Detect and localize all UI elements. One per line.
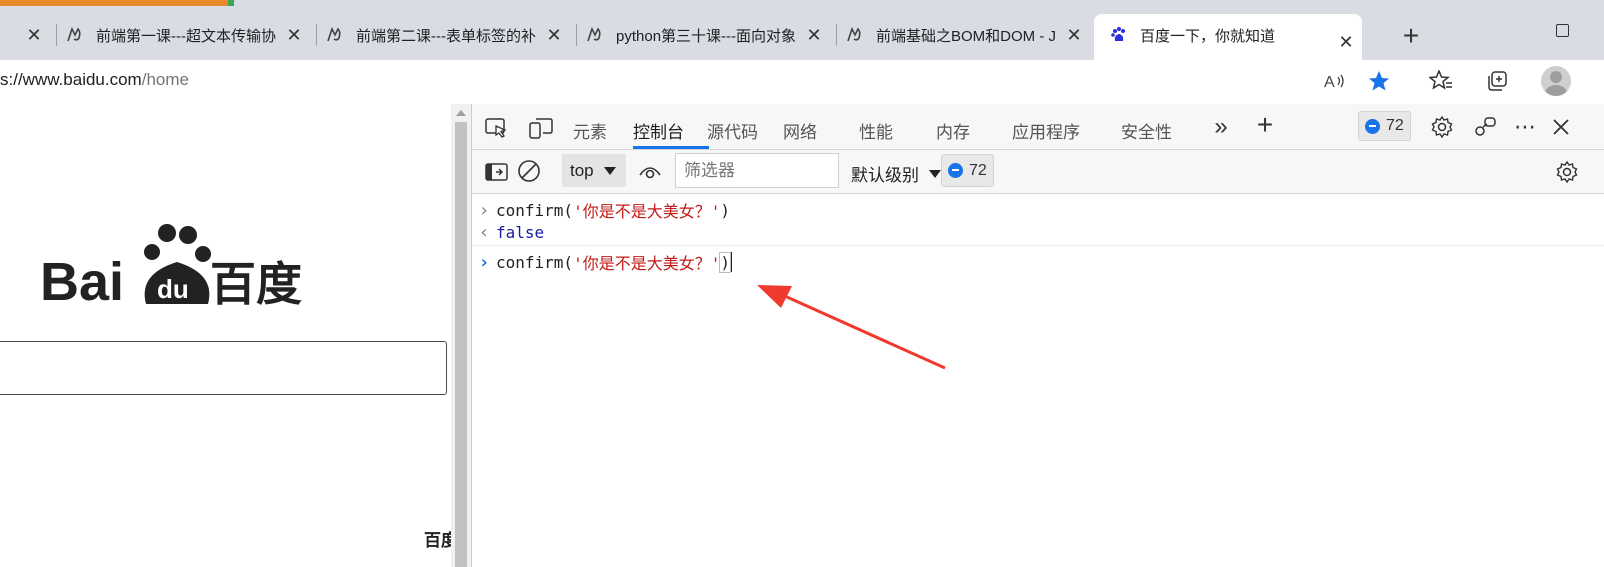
maximize-window-icon[interactable] — [1556, 24, 1569, 37]
new-tab-button[interactable]: + — [1396, 22, 1426, 52]
feedback-icon[interactable] — [1472, 114, 1498, 140]
tab-title: python第三十课---面向对象 — [616, 27, 796, 45]
tab-bom-dom[interactable]: 前端基础之BOM和DOM - Ja ✕ — [846, 14, 1090, 56]
search-input[interactable] — [0, 341, 447, 395]
baidu-logo: Bai du 百度 — [40, 222, 310, 316]
cnblogs-icon — [326, 26, 344, 44]
tab-application[interactable]: 应用程序 — [1012, 118, 1080, 143]
result-value: false — [496, 223, 545, 242]
collections-icon[interactable] — [1484, 68, 1510, 94]
device-emulation-icon[interactable] — [528, 116, 554, 140]
settings-gear-icon[interactable] — [1429, 114, 1455, 140]
code-fn: confirm( — [496, 200, 574, 220]
tab-title: 前端第一课---超文本传输协 — [96, 27, 276, 45]
scroll-up-arrow-icon[interactable] — [456, 110, 466, 116]
svg-text:A: A — [1324, 74, 1335, 91]
window-accent-strip — [0, 0, 228, 6]
tab-close-button[interactable]: ✕ — [1064, 25, 1084, 45]
tab-close-button[interactable]: ✕ — [24, 25, 44, 45]
url-field[interactable]: s://www.baidu.com/home — [0, 70, 189, 90]
console-result-line: ‹ false — [472, 220, 1604, 246]
log-level-value: 默认级别 — [851, 166, 919, 185]
tab-separator — [316, 24, 317, 46]
issues-badge[interactable]: 72 — [1358, 111, 1411, 141]
tab-separator — [836, 24, 837, 46]
devtools-main-toolbar: 元素 控制台 源代码 网络 性能 内存 应用程序 安全性 » + 72 ⋯ — [472, 104, 1604, 150]
clear-console-icon[interactable] — [516, 158, 542, 184]
tab-memory[interactable]: 内存 — [936, 118, 970, 143]
window-accent-strip-green — [228, 0, 234, 6]
tab-title: 前端基础之BOM和DOM - Ja — [876, 27, 1056, 45]
tab-frontend-lesson-1[interactable]: 前端第一课---超文本传输协 ✕ — [66, 14, 310, 56]
console-output[interactable]: › confirm('你是不是大美女？') ‹ false › confirm(… — [472, 194, 1604, 567]
baidu-paw-icon — [1110, 26, 1128, 44]
tab-sources[interactable]: 源代码 — [707, 118, 758, 143]
console-filter-input[interactable] — [675, 153, 839, 188]
cnblogs-icon — [66, 26, 84, 44]
profile-avatar-icon[interactable] — [1541, 66, 1571, 96]
close-devtools-icon[interactable] — [1548, 114, 1574, 140]
address-bar: s://www.baidu.com/home A — [0, 60, 1604, 102]
chevron-down-icon — [929, 169, 941, 178]
active-tab-indicator — [633, 146, 709, 149]
code-string: '你是不是大美女？' — [573, 202, 721, 221]
logo-text-du: du — [157, 274, 189, 304]
logo-text-bai: Bai — [40, 252, 124, 312]
tab-elements[interactable]: 元素 — [573, 118, 607, 143]
sidebar-toggle-icon[interactable] — [484, 160, 510, 184]
tab-frontend-lesson-2[interactable]: 前端第二课---表单标签的补 ✕ — [326, 14, 570, 56]
output-chevron-icon: ‹ — [478, 222, 490, 243]
tab-separator — [56, 24, 57, 46]
tab-title: 前端第二课---表单标签的补 — [356, 27, 536, 45]
devtools-panel: 元素 控制台 源代码 网络 性能 内存 应用程序 安全性 » + 72 ⋯ to… — [471, 104, 1604, 567]
tab-performance[interactable]: 性能 — [859, 118, 893, 143]
log-level-selector[interactable]: 默认级别 — [851, 161, 941, 186]
code-close: ) — [720, 200, 730, 220]
more-tabs-icon[interactable]: » — [1208, 112, 1234, 142]
message-icon — [948, 163, 963, 178]
scrollbar-thumb[interactable] — [455, 122, 467, 567]
live-expression-eye-icon[interactable] — [637, 160, 663, 184]
tab-separator — [576, 24, 577, 46]
more-options-icon[interactable]: ⋯ — [1512, 114, 1538, 140]
context-value: top — [570, 160, 594, 180]
console-settings-gear-icon[interactable] — [1554, 159, 1580, 185]
tab-title: 百度一下，你就知道 — [1140, 27, 1276, 45]
logo-text-cn: 百度 — [210, 257, 302, 311]
url-host: s://www.baidu.com — [0, 70, 142, 89]
console-issues-count: 72 — [969, 161, 987, 179]
tab-python-lesson-30[interactable]: python第三十课---面向对象 ✕ — [586, 14, 830, 56]
add-tool-icon[interactable]: + — [1252, 109, 1278, 140]
context-selector[interactable]: top — [562, 154, 626, 187]
chevron-down-icon — [603, 166, 616, 175]
code-close: ) — [719, 251, 731, 273]
tab-console[interactable]: 控制台 — [633, 118, 684, 143]
read-aloud-icon[interactable]: A — [1322, 68, 1348, 94]
favorites-icon[interactable] — [1428, 68, 1454, 94]
cnblogs-icon — [586, 26, 604, 44]
prompt-chevron-icon: › — [478, 251, 490, 273]
tab-close-button[interactable]: ✕ — [544, 25, 564, 45]
message-icon — [1365, 118, 1380, 134]
code-string: '你是不是大美女？' — [573, 254, 721, 273]
favorite-star-icon[interactable] — [1366, 68, 1392, 94]
issues-count: 72 — [1386, 117, 1404, 134]
console-toolbar: top 默认级别 72 — [472, 150, 1604, 194]
page-scrollbar[interactable] — [451, 104, 471, 567]
code-fn: confirm( — [496, 252, 574, 272]
tab-close-button[interactable]: ✕ — [804, 25, 824, 45]
tab-close-button[interactable]: ✕ — [1336, 32, 1356, 52]
console-prompt-line[interactable]: › confirm('你是不是大美女？') — [472, 249, 1604, 275]
cnblogs-icon — [846, 26, 864, 44]
tab-close-button[interactable]: ✕ — [284, 25, 304, 45]
web-page-viewport: Bai du 百度 百度 — [0, 104, 451, 567]
text-cursor — [730, 252, 732, 272]
url-path: /home — [141, 70, 189, 89]
console-issues-badge[interactable]: 72 — [941, 154, 994, 187]
tab-network[interactable]: 网络 — [783, 118, 817, 143]
page-footer-text: 百度 — [424, 531, 451, 550]
inspect-element-icon[interactable] — [484, 116, 510, 140]
input-chevron-icon: › — [478, 199, 490, 221]
tab-security[interactable]: 安全性 — [1121, 118, 1172, 143]
